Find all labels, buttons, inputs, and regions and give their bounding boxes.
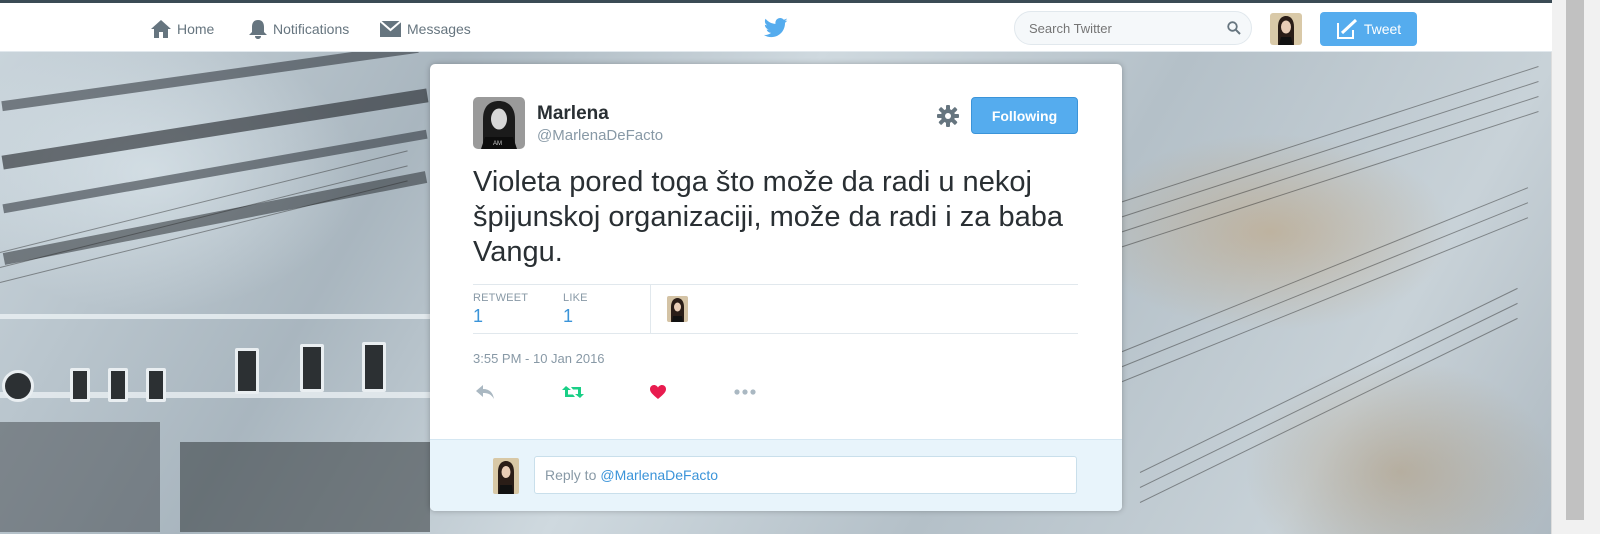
stats-divider-top [473,284,1078,285]
stats-divider-bottom [473,333,1078,334]
stats-vertical-divider [650,285,651,333]
scrollbar-thumb[interactable] [1566,0,1584,520]
reply-input[interactable]: Reply to @MarlenaDeFacto [534,456,1077,494]
retweet-icon[interactable] [561,384,585,400]
gear-icon[interactable] [937,105,959,127]
background-stripe [0,392,430,398]
background-staff-line [1139,287,1518,473]
heart-icon[interactable] [649,384,667,400]
background-stripe [180,442,430,532]
reply-prefix: Reply to [545,467,597,483]
avatar-image [1270,13,1302,45]
background-staff-line [1139,317,1518,503]
reply-mention: @MarlenaDeFacto [600,467,719,483]
background-staff-line [1119,81,1539,218]
avatar-image [667,296,688,322]
author-handle[interactable]: @MarlenaDeFacto [537,127,663,144]
nav-home-label: Home [177,21,215,37]
likes-label: LIKE [563,292,588,304]
background-knob [2,370,34,402]
background-slider [362,342,386,392]
background-staff-line [1139,302,1518,488]
nav-messages[interactable]: Messages [379,15,471,43]
svg-text:AM: AM [493,141,502,147]
nav-messages-label: Messages [407,21,471,37]
user-avatar[interactable] [1270,13,1302,45]
compose-tweet-button[interactable]: Tweet [1320,12,1417,46]
avatar-image: AM [473,97,525,149]
bell-icon [249,20,267,39]
background-staff-line [1119,217,1529,383]
twitter-bird-icon[interactable] [764,18,788,38]
background-staff-line [1119,96,1539,233]
author-avatar[interactable]: AM [473,97,525,149]
search-icon[interactable] [1227,21,1241,35]
reply-section: Reply to @MarlenaDeFacto [430,439,1122,511]
more-icon[interactable] [734,389,756,395]
envelope-icon [379,20,402,37]
likes-count[interactable]: 1 [563,306,573,327]
tweet-permalink-card: AM Marlena @MarlenaDeFacto Following Vio… [430,64,1122,511]
tweet-timestamp[interactable]: 3:55 PM - 10 Jan 2016 [473,351,605,366]
background-stripe [2,129,428,214]
tweet-text: Violeta pored toga što može da radi u ne… [473,166,1063,268]
nav-notifications[interactable]: Notifications [248,15,349,43]
retweets-count[interactable]: 1 [473,306,483,327]
avatar-image [493,458,519,494]
top-navigation-bar: Home Notifications Messages Search Twitt… [0,0,1552,52]
retweets-label: RETWEET [473,292,529,304]
background-staff-line [1119,66,1539,203]
compose-icon [1336,19,1357,39]
author-name[interactable]: Marlena [537,103,609,125]
background-slider [70,368,90,402]
compose-tweet-label: Tweet [1363,21,1402,37]
reply-user-avatar [493,458,519,494]
home-icon [151,20,171,38]
background-slider [235,348,259,394]
background-stripe [0,422,160,532]
following-button[interactable]: Following [971,97,1078,134]
nav-notifications-label: Notifications [273,21,350,37]
background-slider [146,368,166,402]
nav-home[interactable]: Home [150,15,214,43]
liker-avatar[interactable] [667,296,688,322]
search-input[interactable] [1014,11,1252,45]
background-staff-line [1119,111,1539,248]
background-stripe [0,314,430,319]
background-staff-line [0,165,408,268]
page-scrollbar[interactable] [1551,0,1600,534]
reply-icon[interactable] [475,384,495,400]
background-slider [300,344,324,392]
background-slider [108,368,128,402]
